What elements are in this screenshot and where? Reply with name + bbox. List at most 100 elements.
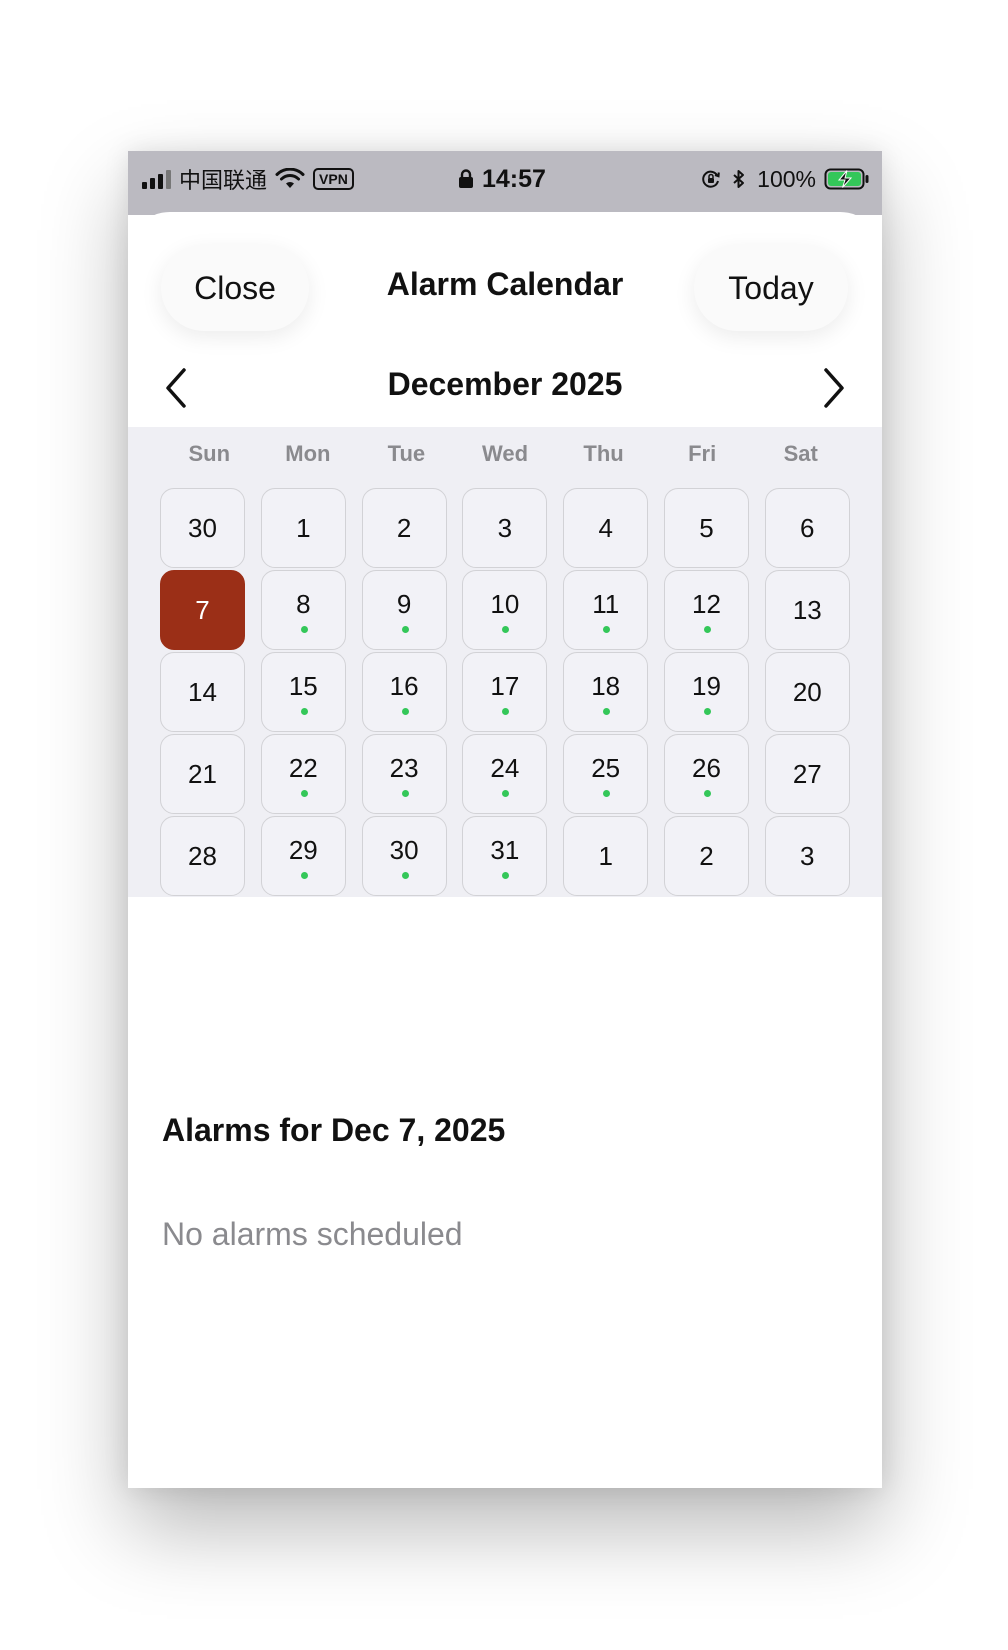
status-left: 中国联通 VPN (142, 159, 354, 199)
weekday-label: Sat (783, 441, 818, 466)
day-cell[interactable]: 16 (361, 652, 447, 732)
day-number: 4 (598, 513, 613, 543)
day-cell[interactable]: 4 (563, 488, 649, 568)
alarm-indicator-dot (502, 790, 510, 797)
day-cell[interactable]: 24 (462, 734, 548, 814)
day-cell[interactable]: 25 (563, 734, 649, 814)
day-cell[interactable]: 2 (361, 488, 447, 568)
lock-icon (459, 169, 473, 188)
day-number: 17 (490, 671, 520, 701)
day-cell[interactable]: 27 (764, 734, 850, 814)
vpn-badge: VPN (313, 168, 354, 190)
alarm-indicator-dot (300, 872, 308, 879)
day-number: 3 (497, 513, 513, 543)
status-right: 100% (701, 159, 870, 199)
day-number: 9 (396, 589, 412, 619)
no-alarms-message: No alarms scheduled (162, 1216, 463, 1252)
day-number: 2 (396, 513, 412, 543)
day-cell-selected[interactable]: 7 (160, 570, 245, 650)
day-cell[interactable]: 8 (260, 570, 346, 650)
alarm-indicator-dot (300, 790, 308, 797)
day-cell[interactable]: 5 (663, 488, 749, 568)
day-number: 2 (699, 841, 714, 871)
day-cell[interactable]: 28 (160, 816, 245, 896)
day-number: 18 (591, 671, 621, 701)
month-title: December 2025 (387, 366, 623, 402)
phone-screen: 中国联通 VPN 14:57 100% Close Alarm Calendar… (128, 151, 882, 1488)
day-cell[interactable]: 13 (764, 570, 850, 650)
day-cell[interactable]: 31 (462, 816, 548, 896)
day-number: 1 (598, 841, 613, 871)
day-cell[interactable]: 23 (361, 734, 447, 814)
day-cell[interactable]: 30 (160, 488, 245, 568)
alarm-indicator-dot (603, 626, 611, 633)
day-cell[interactable]: 21 (160, 734, 245, 814)
day-cell[interactable]: 3 (462, 488, 548, 568)
alarm-indicator-dot (502, 708, 510, 715)
orientation-lock-icon (702, 170, 720, 188)
weekday-label: Fri (688, 441, 717, 466)
day-cell[interactable]: 1 (260, 488, 346, 568)
alarm-indicator-dot (401, 708, 409, 715)
weekday-label: Wed (481, 441, 529, 466)
battery-percent: 100% (757, 165, 816, 192)
day-number: 7 (195, 595, 210, 625)
alarm-indicator-dot (300, 626, 308, 633)
day-cell[interactable]: 1 (563, 816, 649, 896)
day-number: 11 (592, 589, 620, 619)
alarm-indicator-dot (502, 626, 510, 633)
day-number: 3 (800, 841, 815, 871)
alarm-calendar-sheet: Close Alarm Calendar Today December 2025… (128, 212, 882, 1488)
status-bar: 中国联通 VPN 14:57 100% (128, 151, 882, 215)
day-cell[interactable]: 18 (563, 652, 649, 732)
battery-charging-icon (824, 168, 869, 190)
weekday-label: Tue (387, 441, 426, 466)
day-cell[interactable]: 26 (663, 734, 749, 814)
today-button[interactable]: Today (694, 245, 848, 331)
day-number: 14 (188, 677, 217, 707)
weekday-label: Thu (583, 441, 624, 466)
alarm-indicator-dot (703, 790, 711, 797)
alarms-section-title: Alarms for Dec 7, 2025 (162, 1112, 506, 1148)
bluetooth-icon (733, 170, 745, 188)
day-cell[interactable]: 9 (361, 570, 447, 650)
day-cell[interactable]: 11 (563, 570, 649, 650)
day-cell[interactable]: 15 (260, 652, 346, 732)
calendar-grid: Sun Mon Tue Wed Thu Fri Sat 30 1 2 3 4 5 6 7 8 9 1… (128, 427, 882, 897)
day-cell[interactable]: 2 (663, 816, 749, 896)
day-cell[interactable]: 6 (764, 488, 850, 568)
day-cell[interactable]: 20 (764, 652, 850, 732)
day-number: 21 (188, 759, 217, 789)
day-number: 12 (692, 589, 721, 619)
alarm-indicator-dot (603, 708, 611, 715)
day-cell[interactable]: 22 (260, 734, 346, 814)
day-number: 27 (792, 759, 822, 789)
day-number: 30 (188, 513, 217, 543)
alarm-indicator-dot (401, 790, 409, 797)
day-number: 19 (692, 671, 721, 701)
day-number: 13 (792, 595, 822, 625)
signal-icon (142, 169, 171, 189)
day-number: 30 (389, 835, 419, 865)
day-cell[interactable]: 19 (663, 652, 749, 732)
alarm-indicator-dot (401, 626, 409, 633)
day-number: 23 (389, 753, 419, 783)
day-cell[interactable]: 3 (764, 816, 850, 896)
day-cell[interactable]: 14 (160, 652, 245, 732)
day-number: 22 (288, 753, 318, 783)
day-number: 10 (490, 589, 520, 619)
status-time: 14:57 (482, 164, 546, 193)
day-cell[interactable]: 29 (260, 816, 346, 896)
day-cell[interactable]: 10 (462, 570, 548, 650)
day-number: 28 (188, 841, 217, 871)
day-cell[interactable]: 30 (361, 816, 447, 896)
alarm-indicator-dot (502, 872, 510, 879)
day-cell[interactable]: 17 (462, 652, 548, 732)
day-number: 20 (792, 677, 822, 707)
alarm-indicator-dot (703, 708, 711, 715)
weekday-label: Sun (188, 441, 231, 466)
chevron-right-icon[interactable] (812, 366, 852, 410)
day-number: 31 (490, 835, 520, 865)
day-cell[interactable]: 12 (663, 570, 749, 650)
weekday-label: Mon (285, 441, 331, 466)
